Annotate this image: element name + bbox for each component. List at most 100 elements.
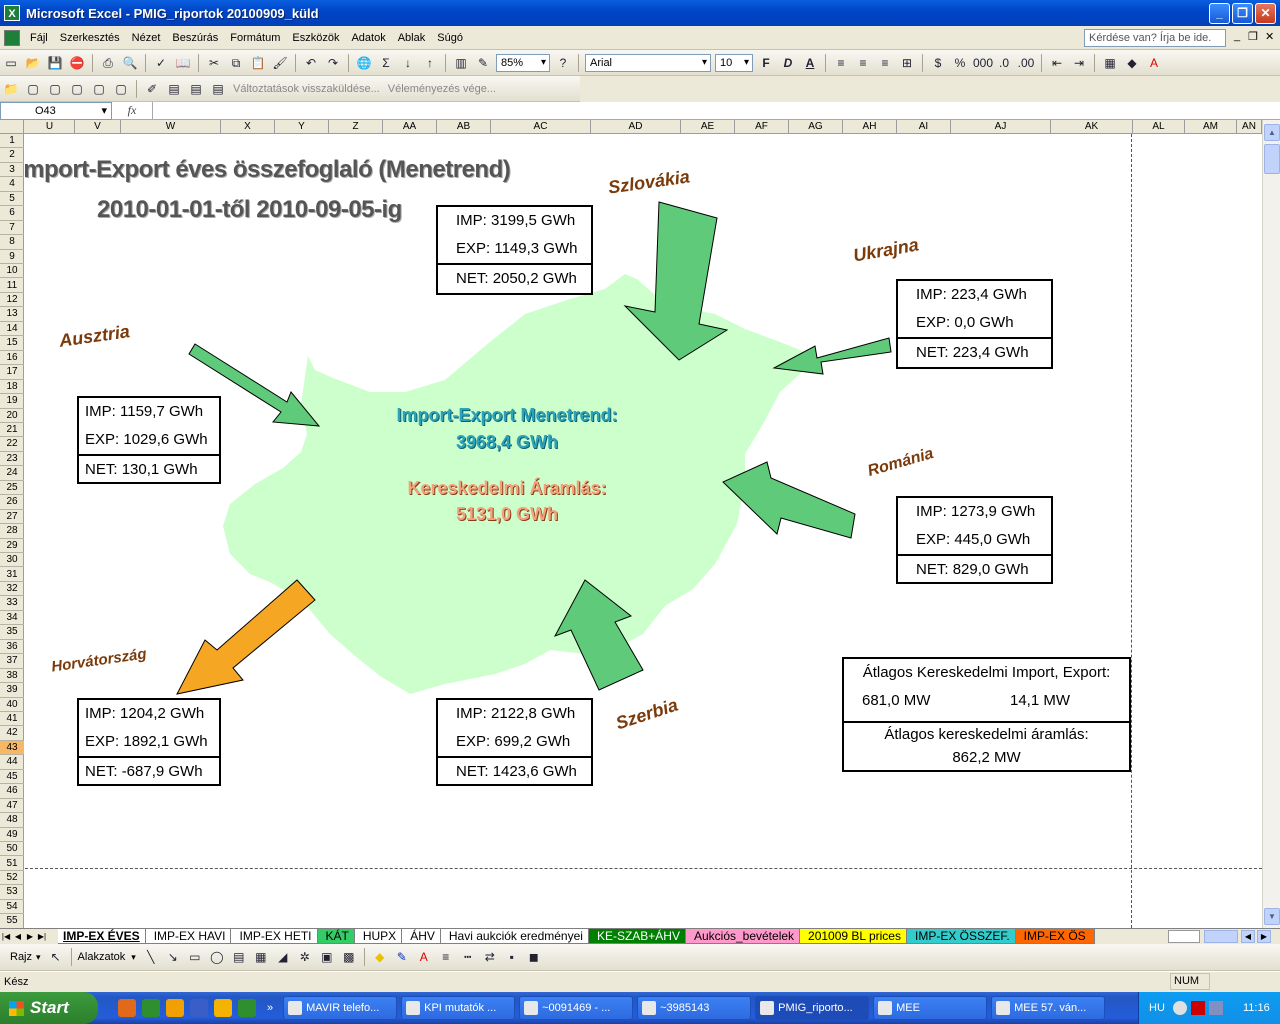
comment-icon[interactable]: ▤ [187, 80, 205, 98]
wordart-icon[interactable]: ▦ [252, 948, 270, 966]
row-header[interactable]: 41 [0, 712, 24, 727]
merge-center-icon[interactable]: ⊞ [898, 54, 916, 72]
minimize-button[interactable]: _ [1209, 3, 1230, 24]
menu-view[interactable]: Nézet [126, 32, 167, 44]
word-quicklaunch-icon[interactable] [190, 999, 208, 1017]
column-header[interactable]: W [121, 120, 221, 134]
sheet-tab[interactable]: 201009 BL prices [799, 929, 910, 944]
menu-edit[interactable]: Szerkesztés [54, 32, 126, 44]
comment-icon[interactable]: ▤ [209, 80, 227, 98]
tab-last-icon[interactable]: ▶| [36, 932, 48, 941]
row-header[interactable]: 22 [0, 437, 24, 452]
italic-icon[interactable]: D [779, 54, 797, 72]
row-header[interactable]: 39 [0, 683, 24, 698]
row-header[interactable]: 12 [0, 293, 24, 308]
font-size-select[interactable]: 10 [715, 53, 753, 72]
menu-window[interactable]: Ablak [392, 32, 432, 44]
new-icon[interactable]: ▭ [2, 54, 20, 72]
security-icon[interactable] [1191, 1001, 1205, 1015]
doc-minimize-icon[interactable]: _ [1234, 30, 1240, 42]
row-header[interactable]: 32 [0, 582, 24, 597]
review-icon[interactable]: ▢ [90, 80, 108, 98]
shadow-icon[interactable]: ▪ [503, 948, 521, 966]
row-header[interactable]: 24 [0, 466, 24, 481]
sheet-tab[interactable]: Havi aukciók eredményei [439, 929, 592, 944]
row-header[interactable]: 49 [0, 828, 24, 843]
row-header[interactable]: 21 [0, 423, 24, 438]
paste-icon[interactable]: 📋 [249, 54, 267, 72]
scroll-thumb[interactable] [1264, 144, 1280, 174]
thousands-icon[interactable]: 000 [973, 54, 993, 72]
row-header[interactable]: 30 [0, 553, 24, 568]
align-center-icon[interactable]: ≡ [854, 54, 872, 72]
research-icon[interactable]: 📖 [174, 54, 192, 72]
copy-icon[interactable]: ⧉ [227, 54, 245, 72]
row-header[interactable]: 17 [0, 365, 24, 380]
row-header[interactable]: 35 [0, 625, 24, 640]
horizontal-scroll-thumb[interactable] [1204, 930, 1238, 943]
row-header[interactable]: 52 [0, 871, 24, 886]
rectangle-icon[interactable]: ▭ [186, 948, 204, 966]
picture-icon[interactable]: ▩ [340, 948, 358, 966]
tab-next-icon[interactable]: ▶ [24, 932, 36, 941]
name-box[interactable]: O43 [0, 101, 112, 120]
column-header[interactable]: AB [437, 120, 491, 134]
review-icon[interactable]: ▢ [46, 80, 64, 98]
print-icon[interactable]: ⎙ [99, 54, 117, 72]
row-header[interactable]: 42 [0, 726, 24, 741]
row-header[interactable]: 48 [0, 813, 24, 828]
task-mavir[interactable]: MAVIR telefo... [283, 996, 398, 1020]
row-header[interactable]: 27 [0, 510, 24, 525]
row-header[interactable]: 18 [0, 380, 24, 395]
arrow-style-icon[interactable]: ⇄ [481, 948, 499, 966]
sheet-tab[interactable]: IMP-EX HAVI [144, 929, 235, 944]
document-icon[interactable] [4, 29, 20, 46]
borders-icon[interactable]: ▦ [1101, 54, 1119, 72]
align-right-icon[interactable]: ≡ [876, 54, 894, 72]
language-indicator[interactable]: HU [1149, 992, 1165, 1024]
row-header[interactable]: 54 [0, 900, 24, 915]
cut-icon[interactable]: ✂ [205, 54, 223, 72]
sort-desc-icon[interactable]: ↑ [421, 54, 439, 72]
permission-icon[interactable]: ⛔ [68, 54, 86, 72]
track-changes-icon[interactable]: ✐ [143, 80, 161, 98]
font-color-icon[interactable]: A [415, 948, 433, 966]
row-header[interactable]: 29 [0, 539, 24, 554]
maximize-button[interactable]: ❐ [1232, 3, 1253, 24]
help-icon[interactable]: ? [554, 54, 572, 72]
row-header[interactable]: 8 [0, 235, 24, 250]
row-header[interactable]: 19 [0, 394, 24, 409]
drawing-icon[interactable]: ✎ [474, 54, 492, 72]
clipart-icon[interactable]: ▣ [318, 948, 336, 966]
menu-tools[interactable]: Eszközök [286, 32, 345, 44]
sheet-tab[interactable]: HUPX [353, 929, 406, 944]
sort-asc-icon[interactable]: ↓ [399, 54, 417, 72]
row-header[interactable]: 25 [0, 481, 24, 496]
start-button[interactable]: Start [0, 992, 98, 1024]
underline-icon[interactable]: A [801, 54, 819, 72]
task-0091469[interactable]: ~0091469 - ... [519, 996, 634, 1020]
line-color-icon[interactable]: ✎ [393, 948, 411, 966]
spreadsheet-grid[interactable]: U V W X Y Z AA AB AC AD AE AF AG AH AI A… [0, 120, 1262, 928]
save-icon[interactable]: 💾 [46, 54, 64, 72]
format-painter-icon[interactable]: 🖌 [271, 54, 289, 72]
row-header[interactable]: 44 [0, 755, 24, 770]
excel-quicklaunch-icon[interactable] [238, 999, 256, 1017]
reply-changes-button[interactable]: Változtatások visszaküldése... [233, 83, 380, 95]
column-header[interactable]: X [221, 120, 275, 134]
column-header[interactable]: Z [329, 120, 383, 134]
sheet-tab[interactable]: IMP-EX ÖS [1014, 929, 1095, 944]
increase-indent-icon[interactable]: ⇥ [1070, 54, 1088, 72]
font-select[interactable]: Arial [585, 53, 711, 72]
column-header[interactable]: AH [843, 120, 897, 134]
row-header[interactable]: 15 [0, 336, 24, 351]
row-header[interactable]: 13 [0, 307, 24, 322]
print-preview-icon[interactable]: 🔍 [121, 54, 139, 72]
sheet-tab[interactable]: ÁHV [401, 929, 444, 944]
redo-icon[interactable]: ↷ [324, 54, 342, 72]
decrease-decimal-icon[interactable]: .00 [1017, 54, 1035, 72]
column-header[interactable]: V [75, 120, 121, 134]
row-header[interactable]: 9 [0, 250, 24, 265]
column-header[interactable]: AL [1133, 120, 1185, 134]
tab-first-icon[interactable]: |◀ [0, 932, 12, 941]
